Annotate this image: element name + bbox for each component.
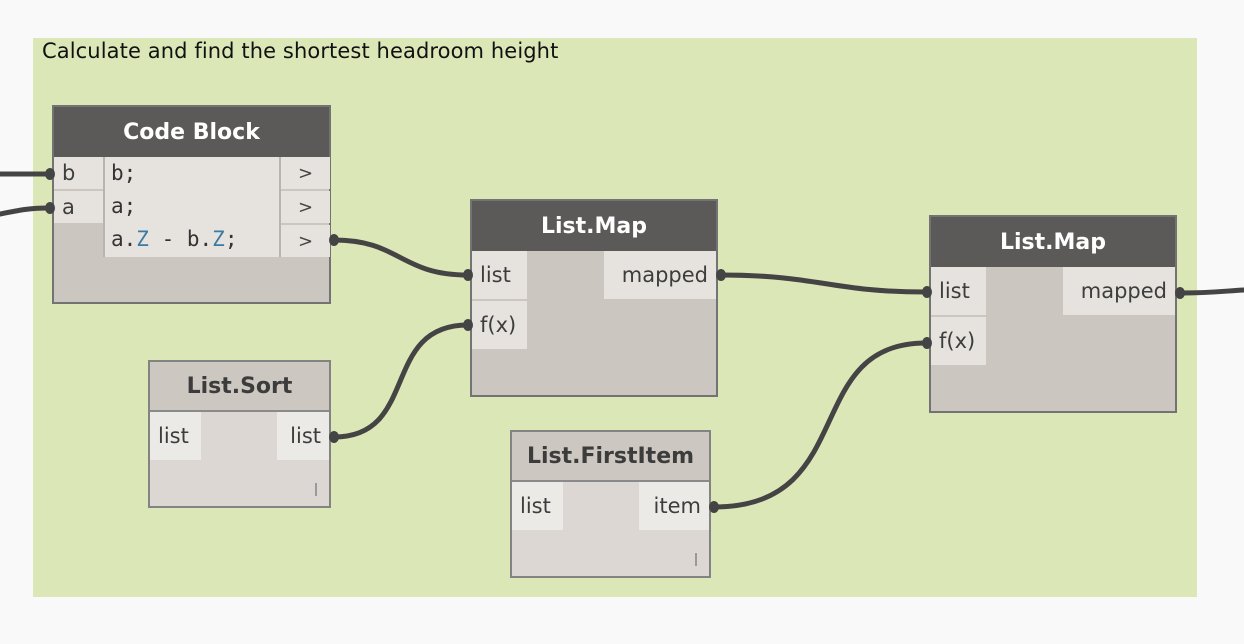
- port-label: list: [939, 278, 970, 303]
- input-port-list[interactable]: list: [472, 251, 527, 299]
- port-connector-dot: [716, 269, 726, 281]
- output-port-item[interactable]: item: [639, 482, 709, 530]
- output-port-mapped[interactable]: mapped: [604, 251, 716, 299]
- port-label: list: [158, 423, 189, 448]
- input-port-a[interactable]: a: [54, 191, 104, 223]
- node-title[interactable]: Code Block: [54, 107, 329, 157]
- code-property-token: Z: [212, 227, 225, 251]
- code-token: - b.: [148, 227, 213, 251]
- output-port-list[interactable]: list: [277, 412, 329, 460]
- port-label: b: [62, 160, 76, 185]
- port-connector-dot: [709, 501, 719, 513]
- code-line-3: a.Z - b.Z;: [105, 223, 279, 256]
- output-chevron-icon: >: [297, 230, 314, 252]
- list-map-node-2[interactable]: List.Map list f(x) mapped: [929, 215, 1177, 413]
- input-port-list[interactable]: list: [931, 267, 986, 315]
- port-label: list: [290, 423, 321, 448]
- input-port-fx[interactable]: f(x): [931, 317, 986, 365]
- port-connector-dot: [45, 202, 55, 214]
- output-port-1[interactable]: >: [281, 157, 330, 189]
- graph-canvas[interactable]: Calculate and find the shortest headroom…: [0, 0, 1244, 644]
- list-first-item-node[interactable]: List.FirstItem list item: [510, 430, 711, 578]
- input-port-fx[interactable]: f(x): [472, 301, 527, 349]
- port-connector-dot: [329, 234, 339, 246]
- port-connector-dot: [922, 286, 932, 298]
- port-label: f(x): [480, 312, 517, 337]
- code-block-node[interactable]: Code Block b a b; a; a.Z - b.Z; > > >: [52, 105, 331, 304]
- group-title[interactable]: Calculate and find the shortest headroom…: [42, 39, 558, 63]
- port-connector-dot: [329, 431, 339, 443]
- port-connector-dot: [463, 269, 473, 281]
- node-title[interactable]: List.FirstItem: [512, 432, 709, 482]
- node-title[interactable]: List.Map: [931, 217, 1175, 267]
- output-chevron-icon: >: [297, 196, 314, 218]
- output-port-2[interactable]: >: [281, 191, 330, 223]
- port-label: mapped: [1080, 278, 1167, 303]
- port-connector-dot: [45, 168, 55, 180]
- port-label: list: [480, 262, 511, 287]
- list-map-node-1[interactable]: List.Map list f(x) mapped: [470, 199, 718, 397]
- input-port-list[interactable]: list: [512, 482, 563, 530]
- list-sort-node[interactable]: List.Sort list list: [148, 360, 331, 508]
- code-token: b;: [111, 161, 137, 185]
- port-label: mapped: [621, 262, 708, 287]
- input-port-list[interactable]: list: [150, 412, 201, 460]
- lacing-indicator[interactable]: [315, 483, 317, 496]
- port-label: f(x): [939, 328, 976, 353]
- port-connector-dot: [463, 319, 473, 331]
- code-token: a.: [111, 227, 137, 251]
- port-connector-dot: [922, 337, 932, 349]
- input-port-b[interactable]: b: [54, 157, 104, 189]
- code-line-2: a;: [105, 190, 279, 223]
- code-line-1: b;: [105, 157, 279, 190]
- node-title[interactable]: List.Map: [472, 201, 716, 251]
- code-editor[interactable]: b; a; a.Z - b.Z;: [103, 157, 281, 257]
- port-label: a: [62, 194, 75, 219]
- port-connector-dot: [1175, 287, 1185, 299]
- output-chevron-icon: >: [297, 162, 314, 184]
- code-token: ;: [224, 227, 238, 251]
- port-label: item: [653, 493, 701, 518]
- output-port-3[interactable]: >: [281, 225, 330, 257]
- port-label: list: [520, 493, 551, 518]
- node-title[interactable]: List.Sort: [150, 362, 329, 412]
- lacing-indicator[interactable]: [695, 553, 697, 566]
- code-property-token: Z: [136, 227, 149, 251]
- code-token: a;: [111, 194, 137, 218]
- output-port-mapped[interactable]: mapped: [1063, 267, 1175, 315]
